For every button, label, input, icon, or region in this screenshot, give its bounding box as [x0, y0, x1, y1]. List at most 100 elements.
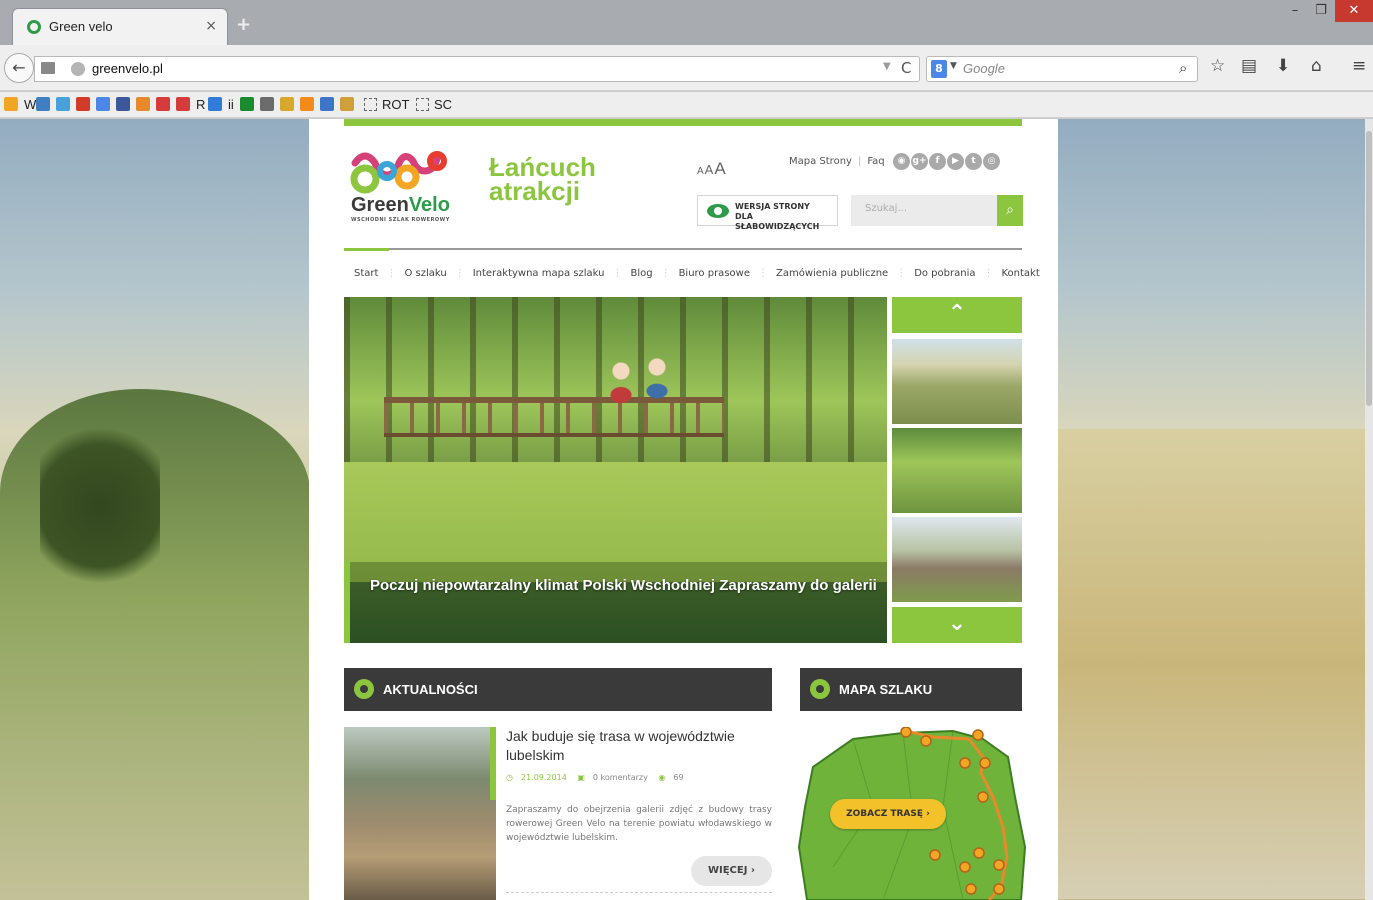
- sitemap-link[interactable]: Mapa Strony: [789, 156, 852, 167]
- website-container: GreenVelo WSCHODNI SZLAK ROWEROWY Łańcuc…: [309, 119, 1058, 900]
- nav-item[interactable]: Biuro prasowe: [679, 268, 750, 279]
- bookmark-icon[interactable]: [4, 97, 18, 111]
- hero-caption[interactable]: Poczuj niepowtarzalny klimat Polski Wsch…: [370, 577, 877, 594]
- bookmark-icon[interactable]: [208, 97, 222, 111]
- facebook-icon[interactable]: f: [929, 153, 946, 170]
- bookmark-icon[interactable]: [300, 97, 314, 111]
- bookmark-star-icon[interactable]: ☆: [1210, 56, 1225, 76]
- view-route-button[interactable]: ZOBACZ TRASĘ ›: [830, 799, 946, 829]
- news-title[interactable]: Jak buduje się trasa w województwie lube…: [506, 727, 746, 765]
- scrollbar-thumb[interactable]: [1366, 131, 1372, 406]
- tab-close-icon[interactable]: ×: [205, 18, 217, 34]
- bookmark-icon[interactable]: [156, 97, 170, 111]
- bookmark-icon[interactable]: [176, 97, 190, 111]
- font-size-medium[interactable]: A: [705, 162, 714, 177]
- nav-separator: ⋮: [757, 268, 768, 279]
- slider-down-button[interactable]: ⌄: [892, 607, 1022, 643]
- site-search-button[interactable]: ⌕: [997, 195, 1023, 226]
- hero-slide[interactable]: Poczuj niepowtarzalny klimat Polski Wsch…: [344, 297, 887, 643]
- slider-thumbnail[interactable]: [892, 517, 1022, 602]
- minimize-button[interactable]: –: [1282, 0, 1308, 22]
- bookmark-icon[interactable]: [320, 97, 334, 111]
- background-field: [1058, 429, 1373, 899]
- nav-item[interactable]: Blog: [630, 268, 652, 279]
- low-vision-line-1: WERSJA STRONY: [735, 202, 810, 211]
- slider-up-button[interactable]: ⌃: [892, 297, 1022, 333]
- bookmark-item[interactable]: R: [196, 97, 205, 112]
- bookmark-icon[interactable]: [36, 97, 50, 111]
- download-icon[interactable]: ⬇: [1276, 56, 1290, 76]
- bookmark-folder[interactable]: ROT: [382, 97, 409, 112]
- url-dropdown-icon[interactable]: ▼: [883, 61, 891, 72]
- tumblr-icon[interactable]: t: [965, 153, 982, 170]
- map-section-header: MAPA SZLAKU: [800, 668, 1022, 711]
- bookmark-icon[interactable]: [340, 97, 354, 111]
- faq-link[interactable]: Faq: [867, 156, 884, 167]
- url-text[interactable]: greenvelo.pl: [92, 61, 163, 76]
- news-heading[interactable]: AKTUALNOŚCI: [383, 682, 478, 697]
- bookmark-icon[interactable]: [136, 97, 150, 111]
- slider-thumbnail[interactable]: [892, 339, 1022, 424]
- address-bar[interactable]: greenvelo.pl ▼ C: [34, 56, 920, 82]
- youtube-icon[interactable]: ▶: [947, 153, 964, 170]
- chevron-right-icon: ›: [750, 865, 756, 876]
- nav-item[interactable]: Zamówienia publiczne: [776, 268, 888, 279]
- low-vision-line-2: DLA SŁABOWIDZĄCYCH: [735, 212, 820, 231]
- bookmarks-toolbar: W Rii ROT SC: [0, 92, 1373, 118]
- news-meta: ◷ 21.09.2014 ▣ 0 komentarzy ◉ 69: [506, 773, 692, 782]
- bookmark-icon[interactable]: [260, 97, 274, 111]
- browser-search-bar[interactable]: 8 ▼ Google ⌕: [926, 56, 1198, 82]
- low-vision-version-button[interactable]: WERSJA STRONY DLA SŁABOWIDZĄCYCH: [697, 195, 838, 231]
- bookmark-folder[interactable]: SC: [434, 97, 452, 112]
- close-window-button[interactable]: ✕: [1335, 0, 1373, 22]
- scrollbar[interactable]: [1365, 119, 1373, 900]
- browser-tab[interactable]: Green velo ×: [12, 8, 228, 45]
- bookmark-icon[interactable]: [56, 97, 70, 111]
- nav-item[interactable]: Start: [354, 268, 378, 279]
- nav-item[interactable]: O szlaku: [404, 268, 446, 279]
- search-go-icon[interactable]: ⌕: [1179, 59, 1187, 77]
- hero-caption-bar: [344, 562, 887, 643]
- news-comments[interactable]: 0 komentarzy: [593, 773, 648, 782]
- comment-icon: ▣: [577, 773, 585, 782]
- bookmark-item[interactable]: ii: [228, 97, 234, 112]
- header-divider: [344, 248, 1022, 250]
- reading-list-icon[interactable]: ▤: [1241, 56, 1257, 76]
- new-tab-button[interactable]: +: [236, 14, 251, 35]
- news-image[interactable]: [344, 727, 496, 900]
- instagram-icon[interactable]: ◎: [983, 153, 1000, 170]
- bookmark-icon[interactable]: [280, 97, 294, 111]
- header-divider-accent: [344, 248, 389, 251]
- logo-word-green: Green: [351, 194, 409, 216]
- news-separator: [506, 892, 772, 893]
- read-more-button[interactable]: WIĘCEJ ›: [691, 856, 772, 886]
- reload-icon[interactable]: C: [901, 59, 911, 77]
- back-button[interactable]: ←: [4, 53, 34, 83]
- site-search-input[interactable]: Szukaj... ⌕: [851, 195, 1023, 226]
- slider-thumbnail[interactable]: [892, 428, 1022, 513]
- google-plus-icon[interactable]: g+: [911, 153, 928, 170]
- bookmark-icon[interactable]: [116, 97, 130, 111]
- nav-item[interactable]: Do pobrania: [914, 268, 975, 279]
- font-size-large[interactable]: A: [714, 159, 725, 178]
- page-info-icon[interactable]: [41, 62, 55, 74]
- bookmark-icon[interactable]: [76, 97, 90, 111]
- google-engine-icon[interactable]: 8: [931, 60, 947, 78]
- nav-item[interactable]: Interaktywna mapa szlaku: [473, 268, 605, 279]
- bookmark-icon[interactable]: [240, 97, 254, 111]
- maximize-button[interactable]: ❐: [1308, 0, 1334, 22]
- news-excerpt: Zapraszamy do obejrzenia galerii zdjęć z…: [506, 805, 772, 843]
- bookmark-icon[interactable]: [96, 97, 110, 111]
- low-vision-label: WERSJA STRONY DLA SŁABOWIDZĄCYCH: [735, 202, 837, 232]
- menu-icon[interactable]: ≡: [1352, 56, 1366, 76]
- nav-item[interactable]: Kontakt: [1001, 268, 1039, 279]
- map-heading[interactable]: MAPA SZLAKU: [839, 682, 932, 697]
- main-navigation: Start ⋮ O szlaku ⋮ Interaktywna mapa szlaku ⋮…: [354, 268, 1040, 279]
- chevron-down-icon: ⌄: [947, 611, 967, 636]
- font-size-small[interactable]: A: [697, 166, 704, 177]
- engine-dropdown-icon[interactable]: ▼: [950, 61, 957, 71]
- rss-icon[interactable]: ◉: [893, 153, 910, 170]
- separator: |: [857, 156, 862, 167]
- home-icon[interactable]: ⌂: [1311, 56, 1322, 76]
- bookmark-item[interactable]: W: [24, 97, 36, 112]
